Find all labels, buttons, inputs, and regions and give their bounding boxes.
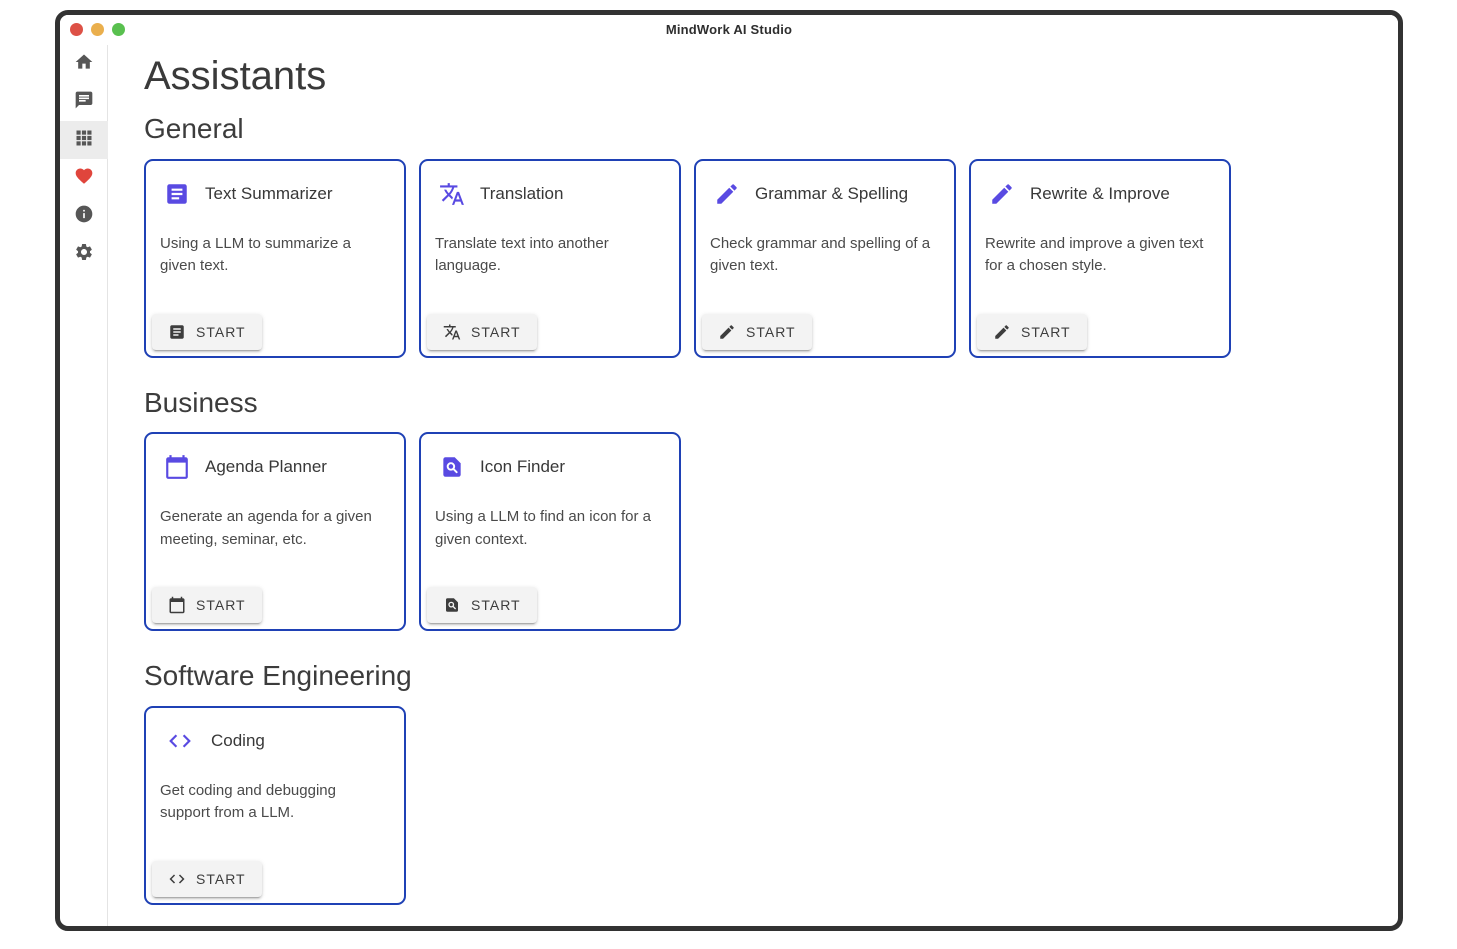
page-title: Assistants — [144, 53, 1362, 99]
card-actions: START — [421, 581, 679, 629]
card-header: Icon Finder — [421, 434, 679, 480]
section-heading: Business — [144, 386, 1362, 420]
start-button[interactable]: START — [977, 314, 1087, 350]
calendar-icon — [164, 454, 190, 480]
assistant-card-translation: Translation Translate text into another … — [419, 159, 681, 358]
card-row: Coding Get coding and debugging support … — [144, 706, 1362, 905]
icon-search-icon — [439, 454, 465, 480]
section-heading: Software Engineering — [144, 659, 1362, 693]
card-header: Translation — [421, 161, 679, 207]
card-header: Coding — [146, 708, 404, 754]
assistant-card-grammar-spelling: Grammar & Spelling Check grammar and spe… — [694, 159, 956, 358]
pencil-icon — [718, 323, 736, 341]
apps-grid-icon — [74, 128, 94, 153]
chat-icon — [74, 90, 94, 115]
start-button[interactable]: START — [427, 587, 537, 623]
card-actions: START — [421, 308, 679, 356]
start-button[interactable]: START — [427, 314, 537, 350]
section-general: General Text Summarizer Using a LLM to s… — [144, 112, 1362, 358]
card-actions: START — [146, 855, 404, 903]
card-description: Get coding and debugging support from a … — [146, 780, 404, 855]
assistant-card-rewrite-improve: Rewrite & Improve Rewrite and improve a … — [969, 159, 1231, 358]
card-description: Rewrite and improve a given text for a c… — [971, 233, 1229, 308]
card-row: Agenda Planner Generate an agenda for a … — [144, 432, 1362, 631]
card-description: Generate an agenda for a given meeting, … — [146, 506, 404, 581]
pencil-icon — [714, 181, 740, 207]
card-actions: START — [696, 308, 954, 356]
start-button[interactable]: START — [152, 587, 262, 623]
card-row: Text Summarizer Using a LLM to summarize… — [144, 159, 1362, 358]
pencil-icon — [989, 181, 1015, 207]
translate-icon — [443, 323, 461, 341]
gear-icon — [74, 242, 94, 267]
translate-icon — [439, 181, 465, 207]
card-title: Rewrite & Improve — [1030, 184, 1170, 204]
start-button-label: START — [196, 871, 246, 887]
start-button[interactable]: START — [702, 314, 812, 350]
heart-icon — [74, 166, 94, 191]
card-title: Grammar & Spelling — [755, 184, 908, 204]
card-header: Grammar & Spelling — [696, 161, 954, 207]
pencil-icon — [993, 323, 1011, 341]
assistant-card-text-summarizer: Text Summarizer Using a LLM to summarize… — [144, 159, 406, 358]
assistant-card-coding: Coding Get coding and debugging support … — [144, 706, 406, 905]
section-heading: General — [144, 112, 1362, 146]
section-software-engineering: Software Engineering Coding Get coding a… — [144, 659, 1362, 905]
sidebar — [60, 45, 108, 926]
section-business: Business Agenda Planner Generate an agen… — [144, 386, 1362, 632]
start-button-label: START — [746, 324, 796, 340]
card-description: Translate text into another language. — [421, 233, 679, 308]
app-body: Assistants General Text Summarizer Using… — [60, 45, 1398, 926]
calendar-icon — [168, 596, 186, 614]
start-button-label: START — [471, 597, 521, 613]
sidebar-item-supporters[interactable] — [60, 159, 108, 197]
sidebar-item-settings[interactable] — [60, 235, 108, 273]
document-icon — [164, 181, 190, 207]
assistant-card-agenda-planner: Agenda Planner Generate an agenda for a … — [144, 432, 406, 631]
document-icon — [168, 323, 186, 341]
sidebar-item-chats[interactable] — [60, 83, 108, 121]
app-window: MindWork AI Studio Assistants — [55, 10, 1403, 931]
card-title: Translation — [480, 184, 563, 204]
title-bar: MindWork AI Studio — [60, 15, 1398, 45]
code-icon — [168, 870, 186, 888]
card-header: Agenda Planner — [146, 434, 404, 480]
card-description: Using a LLM to find an icon for a given … — [421, 506, 679, 581]
start-button-label: START — [196, 324, 246, 340]
start-button-label: START — [471, 324, 521, 340]
info-icon — [74, 204, 94, 229]
start-button[interactable]: START — [152, 861, 262, 897]
sidebar-item-home[interactable] — [60, 45, 108, 83]
home-icon — [74, 52, 94, 77]
sidebar-item-assistants[interactable] — [60, 121, 108, 159]
card-actions: START — [146, 581, 404, 629]
card-description: Using a LLM to summarize a given text. — [146, 233, 404, 308]
start-button-label: START — [196, 597, 246, 613]
card-title: Text Summarizer — [205, 184, 333, 204]
main-content: Assistants General Text Summarizer Using… — [108, 45, 1398, 926]
assistant-card-icon-finder: Icon Finder Using a LLM to find an icon … — [419, 432, 681, 631]
card-title: Coding — [211, 731, 265, 751]
card-description: Check grammar and spelling of a given te… — [696, 233, 954, 308]
start-button[interactable]: START — [152, 314, 262, 350]
window-title: MindWork AI Studio — [60, 22, 1398, 37]
sidebar-item-info[interactable] — [60, 197, 108, 235]
code-icon — [164, 728, 196, 754]
card-actions: START — [971, 308, 1229, 356]
card-header: Rewrite & Improve — [971, 161, 1229, 207]
card-actions: START — [146, 308, 404, 356]
icon-search-icon — [443, 596, 461, 614]
card-header: Text Summarizer — [146, 161, 404, 207]
start-button-label: START — [1021, 324, 1071, 340]
card-title: Agenda Planner — [205, 457, 327, 477]
card-title: Icon Finder — [480, 457, 565, 477]
